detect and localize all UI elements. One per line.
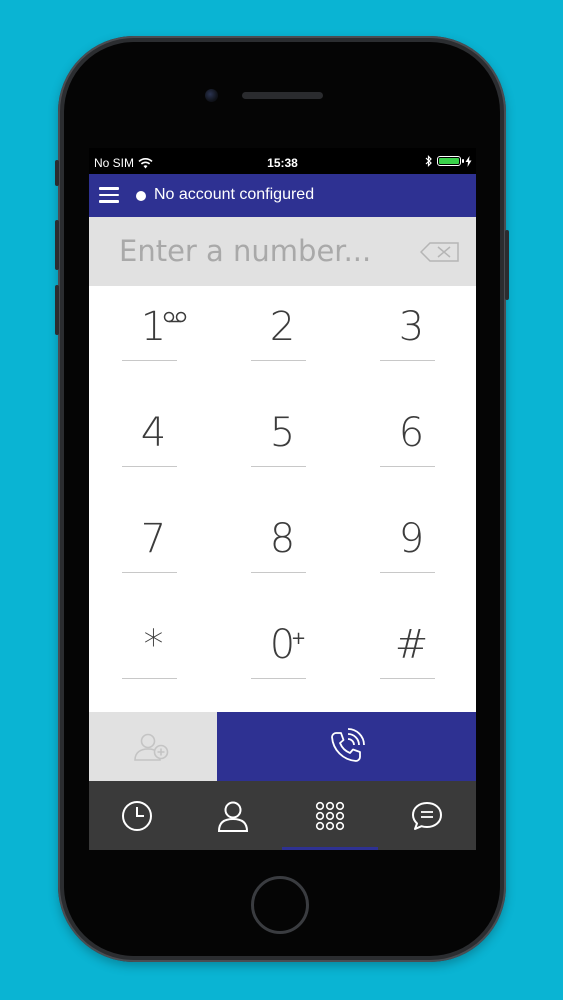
phone-call-icon [331,728,365,762]
key-4[interactable]: 4 [89,392,218,498]
account-status-label: No account configured [154,186,315,203]
key-digit: 6 [398,410,425,456]
key-7[interactable]: 7 [89,498,218,604]
tab-keypad[interactable] [282,781,378,850]
status-bar: No SIM 15:38 [89,148,476,174]
tab-recents[interactable] [89,781,185,850]
clock-icon [122,800,152,831]
hamburger-menu-icon[interactable] [99,187,119,204]
key-underline [380,360,435,361]
volume-up-button [55,220,59,270]
key-3[interactable]: 3 [347,286,476,392]
key-1[interactable]: 1 [89,286,218,392]
charging-bolt-icon [465,155,472,167]
key-2[interactable]: 2 [218,286,347,392]
number-entry-bar [89,217,476,286]
key-underline [251,572,306,573]
home-button[interactable] [251,876,309,934]
bottom-tab-bar [89,781,476,850]
bluetooth-icon [425,155,432,167]
account-status-dot [136,191,146,201]
status-time: 15:38 [267,156,298,170]
phone-screen: No SIM 15:38 No account configured Enter… [89,148,476,850]
key-digit: 9 [398,516,425,562]
key-digit: 0 [269,622,296,668]
key-underline [122,466,177,467]
action-row [89,712,476,781]
key-star[interactable]: * [89,604,218,710]
active-tab-indicator [282,847,378,850]
status-right [425,155,472,167]
key-6[interactable]: 6 [347,392,476,498]
key-underline [380,466,435,467]
key-underline [251,678,306,679]
front-camera [205,89,218,102]
keypad-grid-icon [315,801,345,830]
key-digit: * [143,622,164,668]
key-9[interactable]: 9 [347,498,476,604]
phone-number-input[interactable] [119,233,409,269]
key-hash[interactable]: # [347,604,476,710]
key-digit: 1 [140,304,167,350]
key-digit: 7 [140,516,167,562]
add-contact-button[interactable] [89,712,217,781]
key-digit: 8 [269,516,296,562]
key-underline [251,360,306,361]
key-underline [380,678,435,679]
call-button[interactable] [217,712,476,781]
key-plus-label: + [291,628,307,649]
key-underline [122,572,177,573]
contact-icon [217,801,249,832]
key-underline [380,572,435,573]
tab-messages[interactable] [379,781,475,850]
power-button [505,230,509,300]
key-digit: 3 [398,304,425,350]
chat-icon [412,801,442,830]
mute-switch [55,160,59,186]
add-contact-icon [134,733,169,761]
voicemail-icon [163,311,187,323]
battery-icon [437,156,464,166]
key-5[interactable]: 5 [218,392,347,498]
earpiece-speaker [242,92,323,99]
key-underline [122,678,177,679]
key-digit: 2 [269,304,296,350]
key-underline [251,466,306,467]
tab-contacts[interactable] [185,781,281,850]
backspace-icon[interactable] [420,242,460,262]
key-digit: 4 [140,410,167,456]
key-0[interactable]: 0 + [218,604,347,710]
key-underline [122,360,177,361]
key-digit: # [394,622,429,668]
volume-down-button [55,285,59,335]
key-digit: 5 [269,410,296,456]
key-8[interactable]: 8 [218,498,347,604]
app-header: No account configured [89,174,476,217]
dial-keypad: 1 2 3 4 5 6 7 8 9 * 0 + # [89,286,476,712]
